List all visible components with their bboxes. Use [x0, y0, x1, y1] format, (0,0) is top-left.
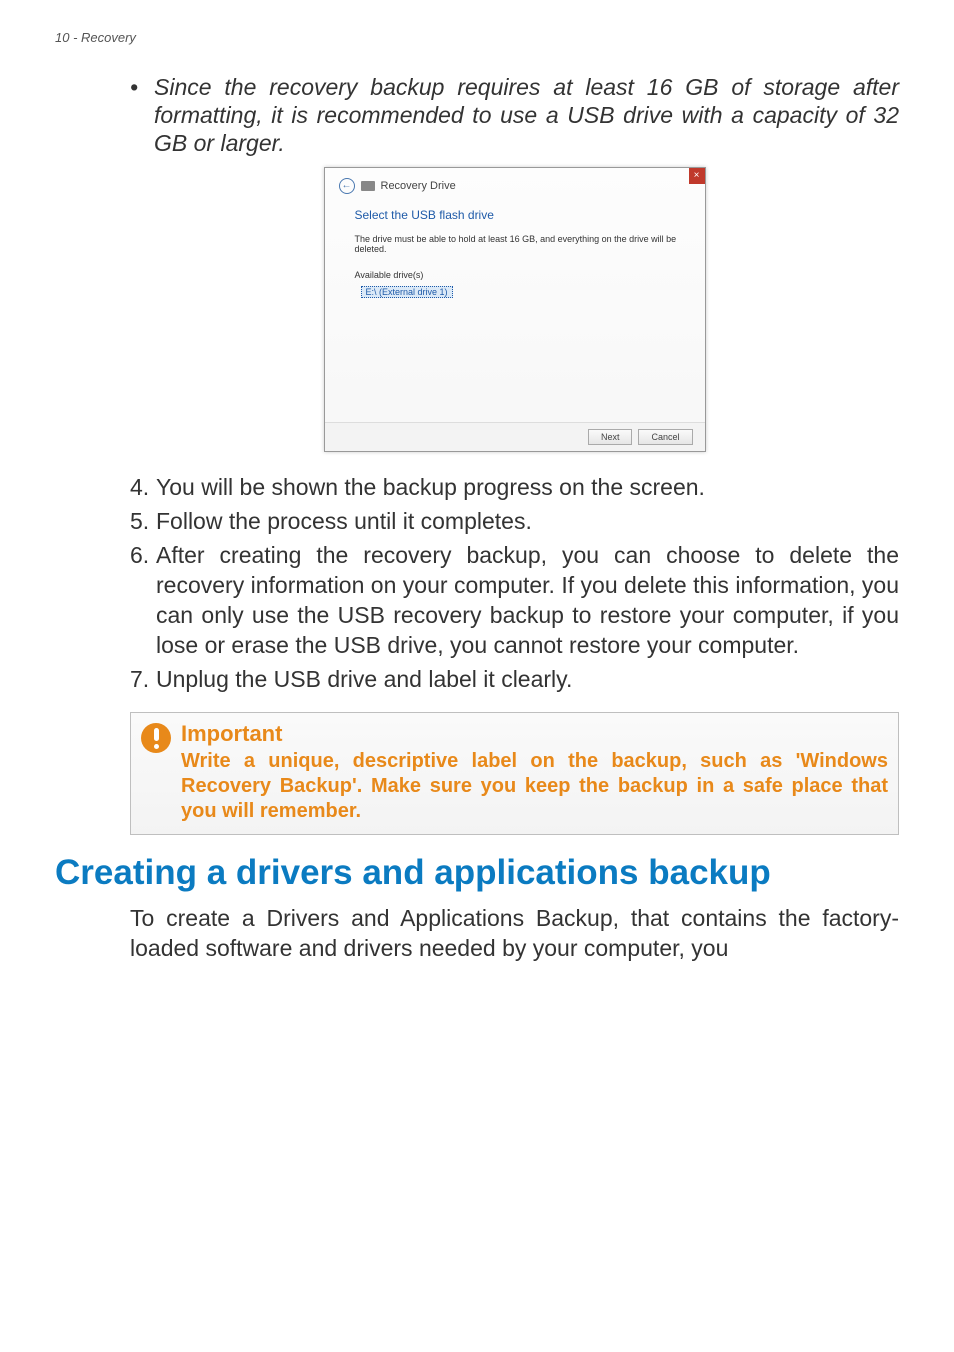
callout-icon-wrap [131, 713, 181, 753]
important-callout: Important Write a unique, descriptive la… [130, 712, 899, 835]
section-title: Creating a drivers and applications back… [55, 853, 899, 893]
dialog-heading: Select the USB flash drive [355, 208, 679, 222]
dialog-body: Select the USB flash drive The drive mus… [325, 200, 705, 422]
back-icon[interactable]: ← [339, 178, 355, 194]
step-text: Follow the process until it completes. [156, 506, 899, 536]
step-7: 7. Unplug the USB drive and label it cle… [130, 664, 899, 694]
dialog-title: Recovery Drive [381, 180, 456, 192]
dialog-footer: Next Cancel [325, 422, 705, 451]
page: 10 - Recovery • Since the recovery backu… [0, 0, 954, 1352]
available-drives-label: Available drive(s) [355, 270, 679, 280]
dialog-spacer [355, 300, 679, 410]
step-6: 6. After creating the recovery backup, y… [130, 540, 899, 660]
bullet-text: Since the recovery backup requires at le… [154, 73, 899, 157]
dialog-note: The drive must be able to hold at least … [355, 234, 679, 254]
step-4: 4. You will be shown the backup progress… [130, 472, 899, 502]
step-text: You will be shown the backup progress on… [156, 472, 899, 502]
step-number: 7. [130, 664, 156, 694]
callout-body: Important Write a unique, descriptive la… [181, 713, 898, 834]
page-header: 10 - Recovery [55, 30, 899, 45]
callout-heading: Important [181, 721, 888, 747]
cancel-button[interactable]: Cancel [638, 429, 692, 445]
step-text: After creating the recovery backup, you … [156, 540, 899, 660]
step-number: 4. [130, 472, 156, 502]
step-number: 6. [130, 540, 156, 660]
dialog-titlebar: ← Recovery Drive [325, 168, 705, 200]
step-text: Unplug the USB drive and label it clearl… [156, 664, 899, 694]
recovery-drive-dialog: × ← Recovery Drive Select the USB flash … [324, 167, 706, 452]
step-5: 5. Follow the process until it completes… [130, 506, 899, 536]
page-body: • Since the recovery backup requires at … [55, 73, 899, 963]
drive-icon [361, 181, 375, 191]
warning-icon [141, 723, 171, 753]
section-paragraph: To create a Drivers and Applications Bac… [130, 903, 899, 963]
next-button[interactable]: Next [588, 429, 633, 445]
selected-drive-item[interactable]: E:\ (External drive 1) [361, 286, 453, 298]
step-number: 5. [130, 506, 156, 536]
callout-text: Write a unique, descriptive label on the… [181, 749, 888, 824]
close-icon[interactable]: × [689, 168, 705, 184]
screenshot-wrap: × ← Recovery Drive Select the USB flash … [130, 167, 899, 452]
bullet-item: • Since the recovery backup requires at … [130, 73, 899, 157]
bullet-marker: • [130, 73, 154, 157]
